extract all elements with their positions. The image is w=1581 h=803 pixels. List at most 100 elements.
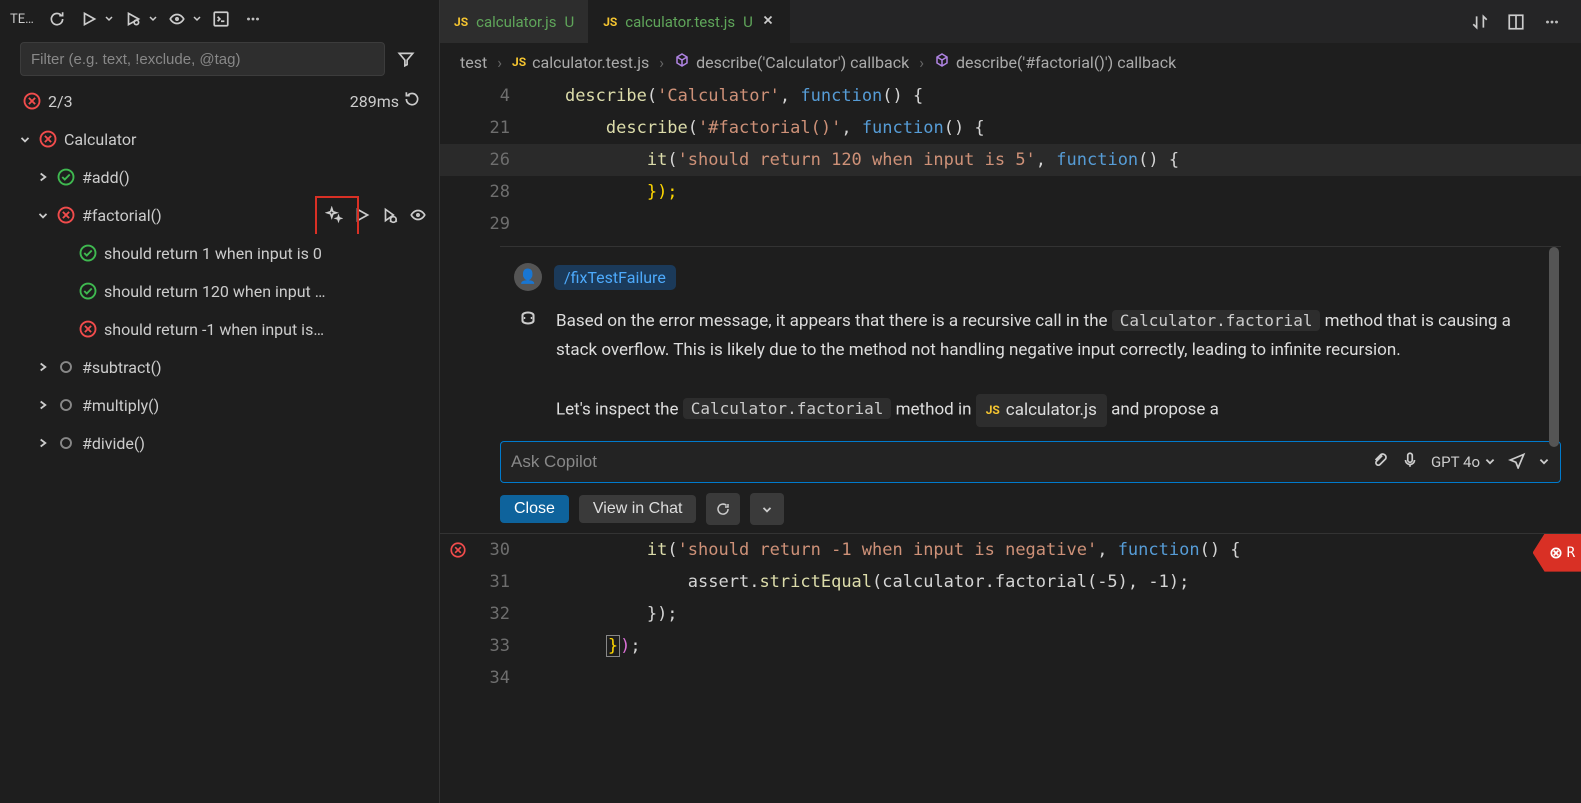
filter-input[interactable] <box>20 42 385 76</box>
tree-label: Calculator <box>64 130 431 149</box>
run-all-icon[interactable] <box>76 6 102 32</box>
line-number: 29 <box>476 208 524 240</box>
sidebar-title: TE… <box>10 12 34 27</box>
mic-icon[interactable] <box>1401 451 1419 473</box>
line-number: 31 <box>476 566 524 598</box>
tree-label: should return 1 when input is 0 <box>104 244 431 263</box>
view-in-chat-button[interactable]: View in Chat <box>579 495 697 523</box>
inline-code: Calculator.factorial <box>1112 310 1321 331</box>
error-gutter-icon[interactable] <box>448 540 468 560</box>
tree-item-test[interactable]: should return 1 when input is 0 <box>0 234 439 272</box>
more-icon[interactable] <box>1539 9 1565 35</box>
cube-icon <box>934 52 950 72</box>
js-icon: JS <box>603 15 617 29</box>
attach-icon[interactable] <box>1371 451 1389 473</box>
tab-calculator-test-js[interactable]: JS calculator.test.js U <box>589 0 790 43</box>
tree-item-test[interactable]: should return -1 when input is… <box>0 310 439 348</box>
code-editor-top[interactable]: 4 describe('Calculator', function() { 21… <box>440 80 1581 240</box>
line-number: 30 <box>476 534 524 566</box>
compare-icon[interactable] <box>1467 9 1493 35</box>
show-dropdown-icon[interactable] <box>192 6 202 32</box>
line-number: 32 <box>476 598 524 630</box>
pass-icon <box>78 281 98 301</box>
tree-item-multiply[interactable]: #multiply() <box>0 386 439 424</box>
pass-fail-count: 2/3 <box>48 92 73 111</box>
send-dropdown-icon[interactable] <box>1538 456 1550 468</box>
editor-area: JS calculator.js U JS calculator.test.js… <box>440 0 1581 803</box>
copilot-inline-chat: 👤 /fixTestFailure Based on the error mes… <box>500 246 1561 525</box>
tree-item-add[interactable]: #add() <box>0 158 439 196</box>
test-stats: 2/3 289ms <box>0 80 439 118</box>
js-icon: JS <box>512 55 526 69</box>
close-button[interactable]: Close <box>500 495 569 523</box>
tree-label: #divide() <box>82 434 431 453</box>
tree-item-calculator[interactable]: Calculator <box>0 120 439 158</box>
line-number: 4 <box>476 80 524 112</box>
user-avatar: 👤 <box>514 263 542 291</box>
chevron-down-icon[interactable] <box>750 493 784 525</box>
error-icon <box>22 91 42 111</box>
chevron-right-icon[interactable] <box>36 436 50 450</box>
idle-icon <box>56 357 76 377</box>
tree-item-test[interactable]: should return 120 when input … <box>0 272 439 310</box>
breadcrumb-item[interactable]: describe('#factorial()') callback <box>934 52 1176 72</box>
send-icon[interactable] <box>1508 451 1526 473</box>
breadcrumb-item[interactable]: test <box>460 53 487 72</box>
scrollbar-thumb[interactable] <box>1549 247 1559 447</box>
watch-icon[interactable] <box>405 202 431 228</box>
close-icon[interactable] <box>761 13 775 31</box>
tree-item-factorial[interactable]: #factorial() <box>0 196 439 234</box>
tab-filename: calculator.js <box>476 13 556 31</box>
tree-label: should return -1 when input is… <box>104 320 431 339</box>
tree-label: #subtract() <box>82 358 431 377</box>
idle-icon <box>56 433 76 453</box>
tab-calculator-js[interactable]: JS calculator.js U <box>440 0 589 43</box>
tree-label: #factorial() <box>82 206 315 225</box>
debug-icon[interactable] <box>377 202 403 228</box>
file-pill[interactable]: JScalculator.js <box>976 394 1107 427</box>
error-icon <box>38 129 58 149</box>
tab-filename: calculator.test.js <box>625 13 735 31</box>
copilot-actions: Close View in Chat <box>500 493 1561 525</box>
tab-modified: U <box>564 13 574 31</box>
tree-label: #multiply() <box>82 396 431 415</box>
rerun-icon[interactable] <box>706 493 740 525</box>
more-icon[interactable] <box>240 6 266 32</box>
chevron-right-icon[interactable] <box>36 398 50 412</box>
line-number: 28 <box>476 176 524 208</box>
show-output-icon[interactable] <box>164 6 190 32</box>
refresh-icon[interactable] <box>44 6 70 32</box>
breadcrumb-item[interactable]: describe('Calculator') callback <box>674 52 909 72</box>
editor-tabs: JS calculator.js U JS calculator.test.js… <box>440 0 1581 44</box>
code-editor-bottom[interactable]: 30 it('should return -1 when input is ne… <box>440 533 1581 694</box>
filter-icon[interactable] <box>393 46 419 72</box>
tab-modified: U <box>743 13 753 31</box>
copilot-response: Based on the error message, it appears t… <box>556 307 1561 427</box>
copilot-input-row: GPT 4o <box>500 441 1561 483</box>
chevron-right-icon[interactable] <box>36 360 50 374</box>
chevron-right-icon[interactable] <box>36 170 50 184</box>
debug-all-icon[interactable] <box>120 6 146 32</box>
line-number: 21 <box>476 112 524 144</box>
terminal-icon[interactable] <box>208 6 234 32</box>
line-number: 34 <box>476 662 524 694</box>
run-dropdown-icon[interactable] <box>104 6 114 32</box>
tree-item-divide[interactable]: #divide() <box>0 424 439 462</box>
run-icon[interactable] <box>349 202 375 228</box>
chevron-down-icon[interactable] <box>36 208 50 222</box>
debug-dropdown-icon[interactable] <box>148 6 158 32</box>
history-icon[interactable] <box>403 90 421 112</box>
split-icon[interactable] <box>1503 9 1529 35</box>
copilot-input[interactable] <box>511 452 1371 472</box>
tree-item-subtract[interactable]: #subtract() <box>0 348 439 386</box>
error-icon <box>78 319 98 339</box>
chevron-down-icon[interactable] <box>18 132 32 146</box>
slash-command: /fixTestFailure <box>554 265 676 290</box>
pass-icon <box>78 243 98 263</box>
breadcrumb[interactable]: test › JS calculator.test.js › describe(… <box>440 44 1581 80</box>
row-actions <box>321 202 431 228</box>
breadcrumb-item[interactable]: JS calculator.test.js <box>512 53 649 72</box>
tree-label: should return 120 when input … <box>104 282 431 301</box>
sparkle-icon[interactable] <box>321 202 347 228</box>
model-selector[interactable]: GPT 4o <box>1431 453 1496 471</box>
